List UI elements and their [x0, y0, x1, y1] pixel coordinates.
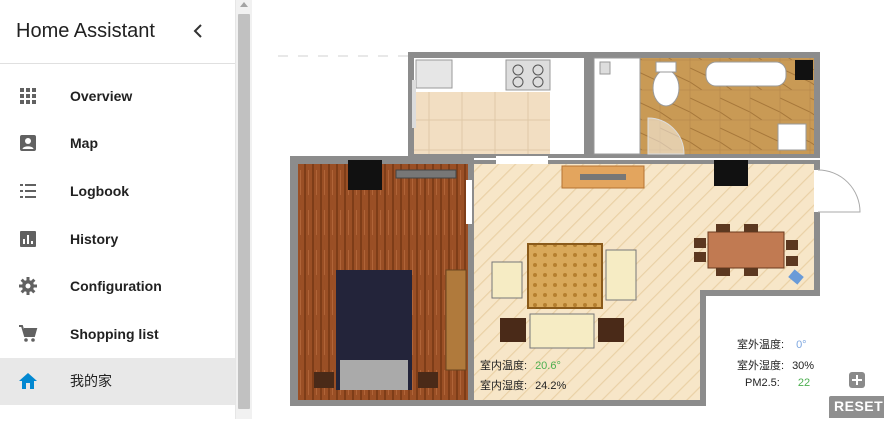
pm25-value: 22	[797, 377, 811, 389]
scrollbar-thumb[interactable]	[238, 14, 250, 409]
sidebar-item-overview[interactable]: Overview	[0, 72, 235, 120]
pm25-label: PM2.5:	[745, 377, 780, 389]
sidebar-item-my-home[interactable]: 我的家	[0, 357, 235, 406]
outdoor-temp-label: 室外温度:	[737, 339, 785, 351]
indoor-humidity-label: 室内湿度:	[480, 380, 528, 392]
outdoor-temp-value: 0°	[796, 339, 807, 351]
pm25-readout[interactable]: PM2.5: 22	[745, 377, 810, 389]
sidebar-item-history[interactable]: History	[0, 215, 235, 263]
sidebar-header: Home Assistant	[0, 0, 235, 64]
sidebar-item-map[interactable]: Map	[0, 120, 235, 168]
chevron-left-icon[interactable]	[189, 22, 207, 40]
chart-bar-icon	[18, 229, 38, 249]
scroll-up-arrow-icon[interactable]	[240, 2, 248, 7]
sidebar-item-label: Overview	[70, 87, 133, 104]
outdoor-humidity-readout[interactable]: 室外湿度: 30%	[737, 357, 814, 373]
apps-grid-icon	[18, 86, 38, 106]
indoor-temp-readout[interactable]: 室内温度: 20.6°	[480, 357, 561, 373]
sidebar-menu: Overview Map Logbook History Configurati…	[0, 64, 235, 406]
sidebar-item-label: Configuration	[70, 278, 162, 295]
sidebar-item-label: Logbook	[70, 182, 130, 199]
indoor-temp-label: 室内温度:	[480, 360, 528, 372]
sidebar: Home Assistant Overview Map Logbook Hist…	[0, 0, 236, 419]
indoor-humidity-value: 24.2%	[535, 380, 567, 392]
outdoor-temp-readout[interactable]: 室外温度: 0°	[737, 336, 807, 352]
app-title: Home Assistant	[16, 20, 155, 42]
cart-icon	[18, 324, 38, 344]
sidebar-scrollbar[interactable]	[236, 0, 252, 419]
floorplan-panel: 室内温度: 20.6° 室内湿度: 24.2% 室外温度: 0° 室外湿度: 30% P…	[252, 0, 884, 419]
sidebar-item-label: 我的家	[70, 373, 112, 390]
format-list-icon	[18, 181, 38, 201]
sidebar-item-label: History	[70, 230, 119, 247]
zoom-in-icon[interactable]	[849, 372, 865, 388]
reset-button[interactable]: RESET	[829, 396, 884, 418]
sidebar-item-logbook[interactable]: Logbook	[0, 167, 235, 215]
sidebar-item-label: Shopping list	[70, 325, 159, 342]
sidebar-item-shopping-list[interactable]: Shopping list	[0, 310, 235, 358]
sidebar-item-configuration[interactable]: Configuration	[0, 262, 235, 310]
sidebar-item-label: Map	[70, 135, 98, 152]
account-box-icon	[18, 133, 38, 153]
gear-icon	[18, 276, 38, 296]
outdoor-humidity-label: 室外湿度:	[737, 360, 785, 372]
indoor-temp-value: 20.6°	[535, 360, 561, 372]
home-icon	[18, 371, 38, 391]
outdoor-humidity-value: 30%	[792, 360, 815, 372]
indoor-humidity-readout[interactable]: 室内湿度: 24.2%	[480, 377, 566, 393]
